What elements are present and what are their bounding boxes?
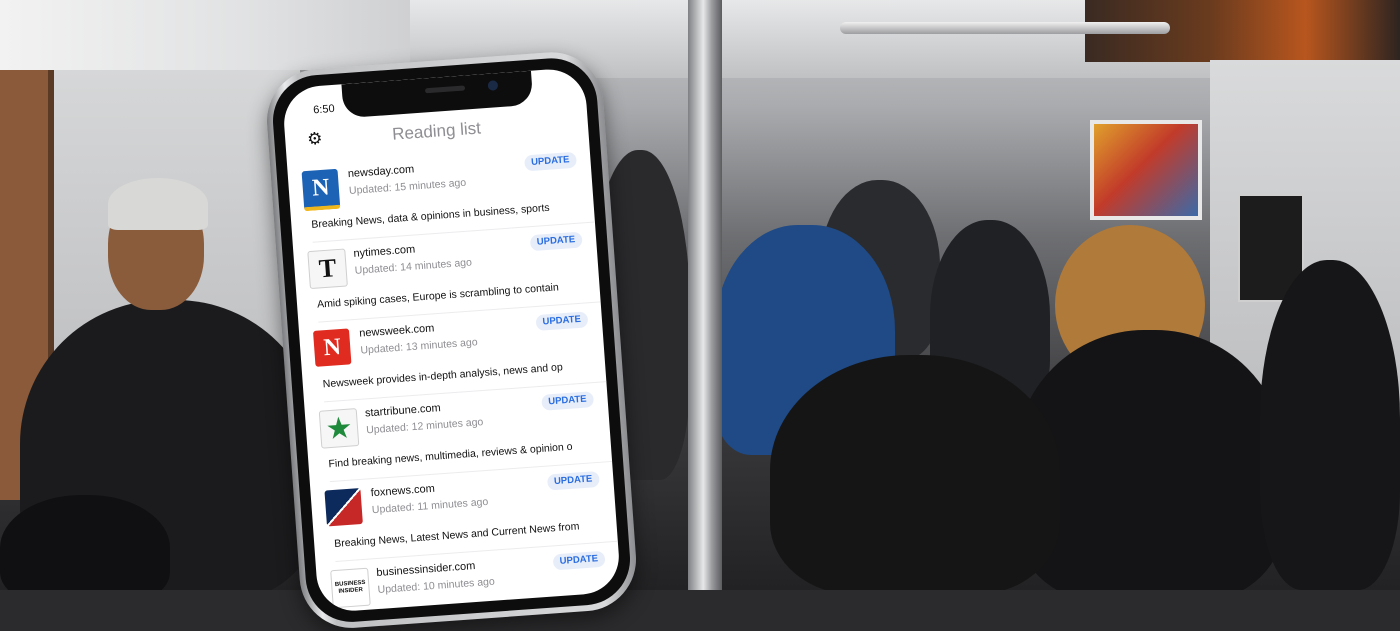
item-updated: Updated: 15 minutes ago xyxy=(348,176,467,198)
nytimes-logo: T xyxy=(307,248,348,290)
item-updated: Updated: 14 minutes ago xyxy=(354,256,473,277)
passenger xyxy=(1260,260,1400,590)
update-button[interactable]: UPDATE xyxy=(552,550,606,571)
newsday-logo: N xyxy=(301,168,341,212)
update-button[interactable]: UPDATE xyxy=(546,470,600,491)
businessinsider-logo: BUSINESS INSIDER xyxy=(330,567,371,609)
passenger xyxy=(0,495,170,590)
item-domain: nytimes.com xyxy=(353,243,416,260)
status-time: 6:50 xyxy=(312,102,336,117)
update-button[interactable]: UPDATE xyxy=(535,311,589,332)
wall-poster xyxy=(1090,120,1202,220)
ceiling-ad-left xyxy=(0,0,410,73)
item-updated: Updated: 13 minutes ago xyxy=(360,336,478,357)
startribune-logo: ★ xyxy=(318,408,360,449)
item-updated: Updated: 12 minutes ago xyxy=(365,416,484,437)
phone-screen: 6:50 ⚙ Reading list N newsday.com Update… xyxy=(281,66,622,614)
phone-mockup: 6:50 ⚙ Reading list N newsday.com Update… xyxy=(263,48,640,631)
item-updated: Updated: 10 minutes ago xyxy=(377,575,496,597)
update-button[interactable]: UPDATE xyxy=(529,231,583,252)
overhead-rail xyxy=(840,22,1170,34)
page-title: Reading list xyxy=(391,118,482,144)
speaker-grille xyxy=(424,85,466,94)
item-domain: newsday.com xyxy=(347,163,415,181)
item-updated: Updated: 11 minutes ago xyxy=(371,495,489,517)
item-domain: businessinsider.com xyxy=(376,560,476,580)
update-button[interactable]: UPDATE xyxy=(540,391,595,411)
phone-notch xyxy=(341,70,534,119)
center-pole xyxy=(688,0,722,590)
update-button[interactable]: UPDATE xyxy=(523,151,577,172)
foxnews-logo xyxy=(324,488,363,527)
newsweek-logo: N xyxy=(312,328,352,367)
item-domain: foxnews.com xyxy=(370,482,436,500)
item-domain: newsweek.com xyxy=(358,322,435,340)
subway-background-photo xyxy=(0,0,1400,590)
reading-list: N newsday.com Updated: 15 minutes ago UP… xyxy=(287,145,621,614)
passenger xyxy=(770,355,1060,590)
front-camera xyxy=(487,80,499,91)
phone-bezel: 6:50 ⚙ Reading list N newsday.com Update… xyxy=(269,55,634,626)
passenger-cap xyxy=(108,178,208,230)
item-domain: startribune.com xyxy=(364,402,442,420)
